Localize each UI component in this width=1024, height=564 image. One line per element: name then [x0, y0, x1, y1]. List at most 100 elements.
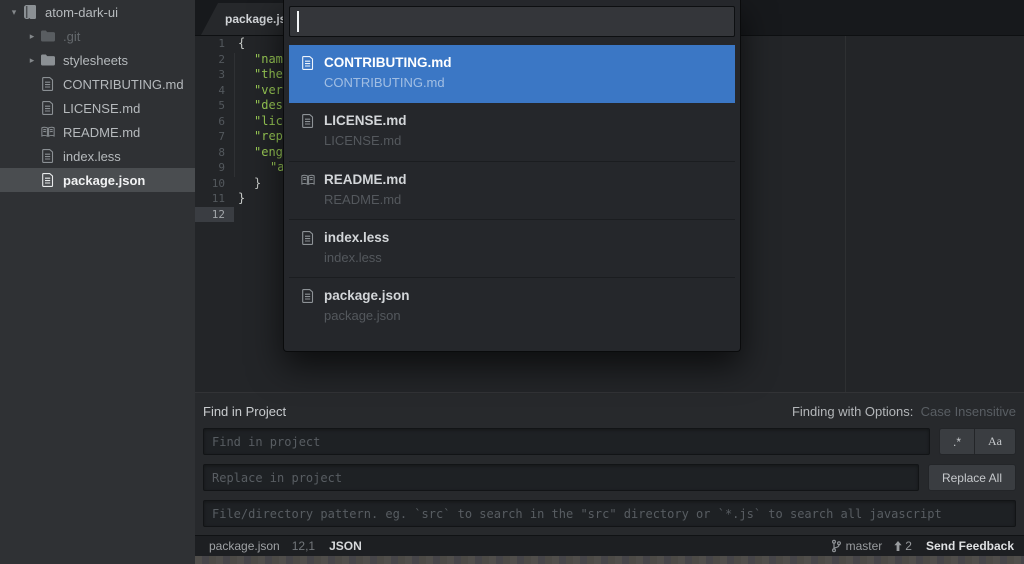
find-options-status: Finding with Options: Case Insensitive — [792, 404, 1016, 419]
tree-item-label: CONTRIBUTING.md — [63, 77, 184, 92]
git-ahead-status: 2 — [894, 539, 912, 553]
chevron-down-icon[interactable]: ▾ — [5, 7, 23, 18]
tree-item-atom-dark-ui[interactable]: ▾ atom-dark-ui — [0, 0, 195, 24]
git-ahead-count: 2 — [905, 539, 912, 553]
line-number: 10 — [195, 176, 234, 192]
code-text: } — [234, 176, 261, 192]
tree-item--git[interactable]: ▸ .git — [0, 24, 195, 48]
code-text: "a — [234, 160, 284, 176]
tree-view[interactable]: ▾ atom-dark-ui ▸ .git ▸ stylesheets CONTRIBUTI… — [0, 0, 195, 564]
code-text: "the — [234, 67, 283, 83]
file-icon — [301, 56, 315, 70]
file-icon — [301, 231, 315, 245]
fuzzy-finder-input[interactable] — [289, 6, 735, 37]
code-text: "eng — [234, 145, 283, 161]
git-branch-icon — [831, 539, 842, 553]
tree-item-label: package.json — [63, 173, 145, 188]
chevron-right-icon[interactable]: ▸ — [23, 31, 41, 42]
arrow-up-icon — [894, 541, 902, 551]
status-cursor-position[interactable]: 12,1 — [292, 539, 315, 553]
finder-item-path: index.less — [324, 250, 725, 265]
line-number: 9 — [195, 160, 234, 176]
line-number: 2 — [195, 52, 234, 68]
finder-item-package-json[interactable]: package.json package.json — [289, 277, 735, 335]
code-text: "rep — [234, 129, 283, 145]
send-feedback-link[interactable]: Send Feedback — [926, 539, 1014, 553]
finder-item-path: CONTRIBUTING.md — [324, 75, 725, 90]
finder-item-readme-md[interactable]: README.md README.md — [289, 161, 735, 219]
tree-item-index-less[interactable]: index.less — [0, 144, 195, 168]
finder-item-title: index.less — [324, 230, 389, 245]
repo-icon — [23, 5, 38, 20]
fuzzy-finder-list: CONTRIBUTING.md CONTRIBUTING.md LICENSE.md… — [289, 45, 735, 335]
finder-item-path: README.md — [324, 192, 725, 207]
tree-item-label: README.md — [63, 125, 140, 140]
chevron-right-icon[interactable]: ▸ — [23, 55, 41, 66]
file-icon — [41, 101, 56, 116]
replace-input[interactable]: Replace in project — [203, 464, 919, 491]
code-text: "lic — [234, 114, 283, 130]
window-bottom-edge — [195, 556, 1024, 564]
code-text: } — [234, 191, 245, 207]
text-cursor — [297, 11, 299, 32]
folder-icon — [41, 29, 56, 44]
code-text — [234, 207, 238, 223]
path-pattern-input[interactable]: File/directory pattern. eg. `src` to sea… — [203, 500, 1016, 527]
tree-item-readme-md[interactable]: README.md — [0, 120, 195, 144]
line-number: 7 — [195, 129, 234, 145]
line-number: 3 — [195, 67, 234, 83]
folder-icon — [41, 53, 56, 68]
tree-item-label: atom-dark-ui — [45, 5, 118, 20]
git-branch-name[interactable]: master — [846, 539, 883, 553]
fuzzy-finder-modal: CONTRIBUTING.md CONTRIBUTING.md LICENSE.md… — [283, 0, 741, 352]
line-number: 4 — [195, 83, 234, 99]
status-file-name[interactable]: package.json — [209, 539, 280, 553]
finder-item-path: package.json — [324, 308, 725, 323]
tree-item-label: .git — [63, 29, 80, 44]
line-number: 5 — [195, 98, 234, 114]
finder-item-title: package.json — [324, 288, 410, 303]
code-text: "ver — [234, 83, 283, 99]
line-number: 11 — [195, 191, 234, 207]
tree-item-label: LICENSE.md — [63, 101, 140, 116]
case-sensitivity-toggle-button[interactable]: Aa — [974, 428, 1016, 455]
file-icon — [41, 149, 56, 164]
file-icon — [41, 173, 56, 188]
finder-item-path: LICENSE.md — [324, 133, 725, 148]
status-bar: package.json 12,1 JSON master 2 Send Fee… — [195, 535, 1024, 556]
book-icon — [301, 173, 315, 187]
wrap-guide — [845, 36, 846, 392]
regex-toggle-button[interactable]: .* — [939, 428, 974, 455]
tree-item-label: index.less — [63, 149, 121, 164]
finder-item-title: LICENSE.md — [324, 113, 407, 128]
code-text: { — [234, 36, 245, 52]
finder-item-title: README.md — [324, 172, 407, 187]
line-number: 12 — [195, 207, 234, 223]
book-icon — [41, 125, 56, 140]
line-number: 1 — [195, 36, 234, 52]
tree-item-package-json[interactable]: package.json — [0, 168, 195, 192]
code-text: "des — [234, 98, 283, 114]
tree-item-contributing-md[interactable]: CONTRIBUTING.md — [0, 72, 195, 96]
status-grammar[interactable]: JSON — [329, 539, 362, 553]
line-number: 6 — [195, 114, 234, 130]
finder-item-title: CONTRIBUTING.md — [324, 55, 452, 70]
indent-guide — [234, 53, 235, 177]
code-text: "nam — [234, 52, 283, 68]
find-input[interactable]: Find in project — [203, 428, 930, 455]
find-in-project-panel: Find in Project Finding with Options: Ca… — [195, 392, 1024, 535]
finder-item-index-less[interactable]: index.less index.less — [289, 219, 735, 277]
file-icon — [301, 289, 315, 303]
finder-item-contributing-md[interactable]: CONTRIBUTING.md CONTRIBUTING.md — [289, 45, 735, 103]
tree-item-stylesheets[interactable]: ▸ stylesheets — [0, 48, 195, 72]
tree-item-label: stylesheets — [63, 53, 128, 68]
tree-item-license-md[interactable]: LICENSE.md — [0, 96, 195, 120]
replace-all-button[interactable]: Replace All — [928, 464, 1016, 491]
find-options-label: Finding with Options: — [792, 404, 913, 419]
finder-item-license-md[interactable]: LICENSE.md LICENSE.md — [289, 103, 735, 161]
find-panel-title: Find in Project — [203, 404, 286, 419]
find-option-buttons: .* Aa — [939, 428, 1016, 455]
atom-window: ▾ atom-dark-ui ▸ .git ▸ stylesheets CONTRIBUTI… — [0, 0, 1024, 564]
line-number: 8 — [195, 145, 234, 161]
file-icon — [301, 114, 315, 128]
